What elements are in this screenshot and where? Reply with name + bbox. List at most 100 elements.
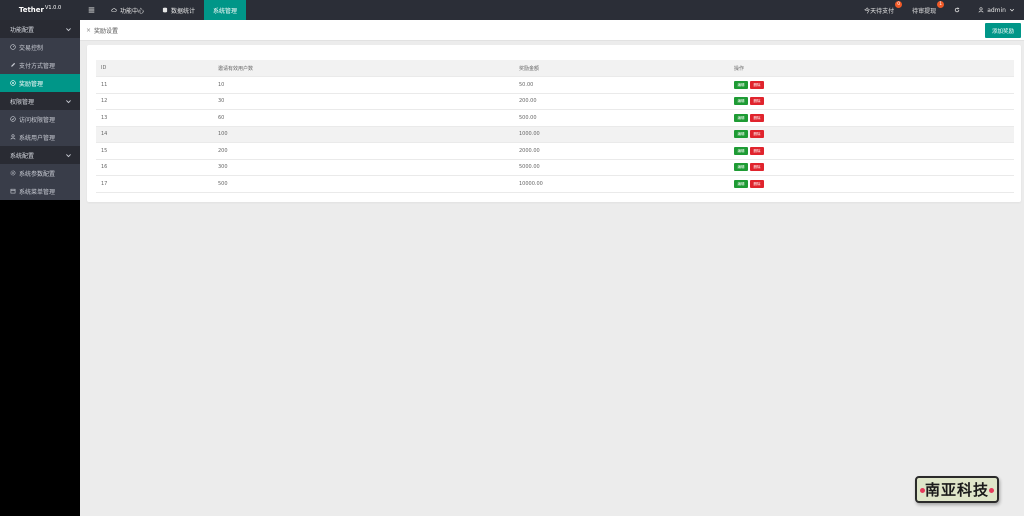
delete-button[interactable]: 删除 xyxy=(750,179,764,188)
gear-icon xyxy=(10,170,16,176)
pending-withdrawal[interactable]: 待审提现 1 xyxy=(903,0,945,20)
user-icon xyxy=(10,134,16,140)
tab-reward-settings[interactable]: 奖励设置 xyxy=(94,26,118,35)
page-tabs-bar: × 奖励设置 添加奖励 xyxy=(80,20,1024,41)
edit-button[interactable]: 编辑 xyxy=(734,113,748,122)
cell-actions: 编辑 删除 xyxy=(729,142,1014,160)
cell-actions: 编辑 删除 xyxy=(729,76,1014,94)
app-name: Tether xyxy=(18,6,44,14)
table-row: 15 200 2000.00 编辑 删除 xyxy=(96,142,1014,160)
delete-button[interactable]: 删除 xyxy=(750,146,764,155)
cell-invites: 30 xyxy=(213,93,514,110)
decorative-dot xyxy=(920,488,925,493)
column-header-invites: 邀请有效用户数 xyxy=(213,60,514,77)
watermark-text: 南亚科技 xyxy=(924,481,989,499)
settings-icon xyxy=(10,80,16,86)
cell-invites: 200 xyxy=(213,142,514,160)
table-row: 16 300 5000.00 编辑 删除 xyxy=(96,159,1014,176)
sidebar-group-label: 权限管理 xyxy=(10,98,35,106)
sidebar-item-access-permissions[interactable]: 访问权限管理 xyxy=(0,110,80,128)
topnav-label: 系统管理 xyxy=(213,7,238,15)
edit-icon xyxy=(11,62,16,67)
topnav-data-stats[interactable]: 数据统计 xyxy=(153,0,204,20)
delete-button[interactable]: 删除 xyxy=(750,97,764,106)
delete-button[interactable]: 删除 xyxy=(750,113,764,122)
cell-amount: 2000.00 xyxy=(514,142,729,160)
cell-id: 16 xyxy=(96,159,213,176)
table-row: 17 500 10000.00 编辑 删除 xyxy=(96,175,1014,193)
sidebar-group-label: 系统配置 xyxy=(10,152,35,160)
user-menu[interactable]: admin xyxy=(969,0,1024,20)
pending-withdrawal-label: 待审提现 xyxy=(912,7,937,15)
cell-invites: 500 xyxy=(213,175,514,193)
column-header-amount: 奖励金额 xyxy=(514,60,729,77)
delete-button[interactable]: 删除 xyxy=(750,130,764,139)
sidebar-group-system-config[interactable]: 系统配置 xyxy=(0,146,80,164)
sidebar-item-system-users[interactable]: 系统用户管理 xyxy=(0,128,80,146)
top-right-area: 今天待支付 0 待审提现 1 admin xyxy=(855,0,1024,20)
sidebar-item-label: 交易控制 xyxy=(19,44,44,52)
calendar-icon xyxy=(10,188,16,194)
sidebar-group-function-config[interactable]: 功能配置 xyxy=(0,20,80,38)
edit-button[interactable]: 编辑 xyxy=(734,80,748,89)
sidebar-item-system-params[interactable]: 系统参数配置 xyxy=(0,164,80,182)
sidebar-item-trade-control[interactable]: 交易控制 xyxy=(0,38,80,56)
sidebar-item-label: 系统用户管理 xyxy=(19,134,56,142)
edit-button[interactable]: 编辑 xyxy=(734,179,748,188)
menu-toggle-icon[interactable] xyxy=(80,0,102,20)
cell-id: 14 xyxy=(96,126,213,143)
sidebar: Tether V1.0.0 功能配置 交易控制 支付方式管理 奖励管理 权限管理… xyxy=(0,0,80,516)
sidebar-group-label: 功能配置 xyxy=(10,26,35,34)
cell-invites: 100 xyxy=(213,126,514,143)
cell-actions: 编辑 删除 xyxy=(729,159,1014,176)
table-row: 11 10 50.00 编辑 删除 xyxy=(96,76,1014,94)
sidebar-item-system-menus[interactable]: 系统菜单管理 xyxy=(0,182,80,200)
username: admin xyxy=(987,6,1006,14)
add-reward-button[interactable]: 添加奖励 xyxy=(985,23,1021,38)
table-header-row: ID 邀请有效用户数 奖励金额 操作 xyxy=(96,60,1014,77)
edit-button[interactable]: 编辑 xyxy=(734,146,748,155)
cell-invites: 300 xyxy=(213,159,514,176)
reward-table: ID 邀请有效用户数 奖励金额 操作 11 10 50.00 编辑 删除 12 3… xyxy=(96,60,1014,193)
refresh-button[interactable] xyxy=(945,0,969,20)
sidebar-item-reward-management[interactable]: 奖励管理 xyxy=(0,74,80,92)
today-pending-payment[interactable]: 今天待支付 0 xyxy=(855,0,903,20)
table-row: 13 60 500.00 编辑 删除 xyxy=(96,109,1014,127)
edit-button[interactable]: 编辑 xyxy=(734,97,748,106)
watermark-stamp: 南亚科技 xyxy=(915,476,999,503)
delete-button[interactable]: 删除 xyxy=(750,80,764,89)
cell-actions: 编辑 删除 xyxy=(729,109,1014,127)
cell-amount: 5000.00 xyxy=(514,159,729,176)
cell-invites: 10 xyxy=(213,76,514,94)
chevron-down-icon xyxy=(66,153,71,157)
table-row: 14 100 1000.00 编辑 删除 xyxy=(96,126,1014,143)
column-header-actions: 操作 xyxy=(729,60,1014,77)
edit-button[interactable]: 编辑 xyxy=(734,130,748,139)
chevron-down-icon xyxy=(1009,8,1015,12)
sidebar-group-permissions[interactable]: 权限管理 xyxy=(0,92,80,110)
table-row: 12 30 200.00 编辑 删除 xyxy=(96,93,1014,110)
sidebar-item-payment-methods[interactable]: 支付方式管理 xyxy=(0,56,80,74)
cell-actions: 编辑 删除 xyxy=(729,126,1014,143)
chevron-down-icon xyxy=(66,99,71,103)
sidebar-item-label: 系统菜单管理 xyxy=(19,188,56,196)
sidebar-item-label: 支付方式管理 xyxy=(19,62,56,70)
topnav-function-center[interactable]: 功能中心 xyxy=(102,0,153,20)
cell-id: 11 xyxy=(96,76,213,94)
delete-button[interactable]: 删除 xyxy=(750,163,764,172)
top-header: 功能中心 数据统计 系统管理 今天待支付 0 待审提现 1 admin xyxy=(80,0,1024,20)
cell-invites: 60 xyxy=(213,109,514,127)
edit-button[interactable]: 编辑 xyxy=(734,163,748,172)
topnav-system-management[interactable]: 系统管理 xyxy=(204,0,247,20)
check-circle-icon xyxy=(10,116,16,122)
cell-amount: 50.00 xyxy=(514,76,729,94)
sidebar-item-label: 奖励管理 xyxy=(19,80,44,88)
cell-id: 17 xyxy=(96,175,213,193)
dashboard-icon xyxy=(10,44,16,50)
sidebar-menu: 功能配置 交易控制 支付方式管理 奖励管理 权限管理 访问权限管理 系统用户管理 xyxy=(0,20,80,200)
cell-actions: 编辑 删除 xyxy=(729,175,1014,193)
user-icon xyxy=(978,7,984,13)
close-icon[interactable]: × xyxy=(86,27,91,34)
notification-badge: 1 xyxy=(937,1,945,8)
column-header-id: ID xyxy=(96,60,213,77)
